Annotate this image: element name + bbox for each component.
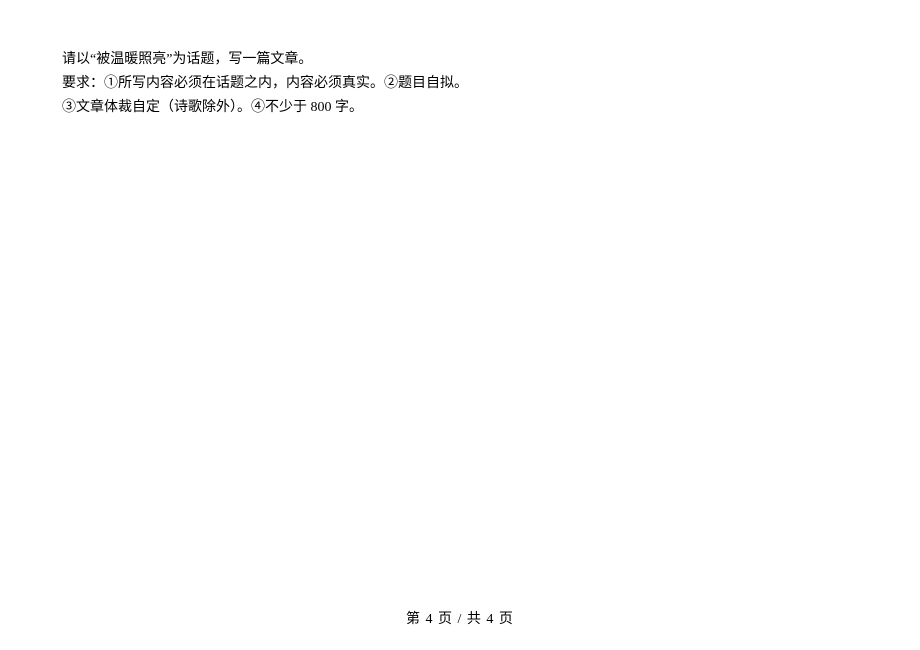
page-number: 第 4 页 / 共 4 页 bbox=[406, 612, 514, 627]
page-footer: 第 4 页 / 共 4 页 bbox=[0, 608, 920, 628]
prompt-line-1: 请以“被温暖照亮”为话题，写一篇文章。 bbox=[62, 48, 858, 72]
document-body: 请以“被温暖照亮”为话题，写一篇文章。 要求：①所写内容必须在话题之内，内容必须… bbox=[62, 48, 858, 119]
prompt-line-3: ③文章体裁自定（诗歌除外）。④不少于 800 字。 bbox=[62, 96, 858, 120]
prompt-line-2: 要求：①所写内容必须在话题之内，内容必须真实。②题目自拟。 bbox=[62, 72, 858, 96]
